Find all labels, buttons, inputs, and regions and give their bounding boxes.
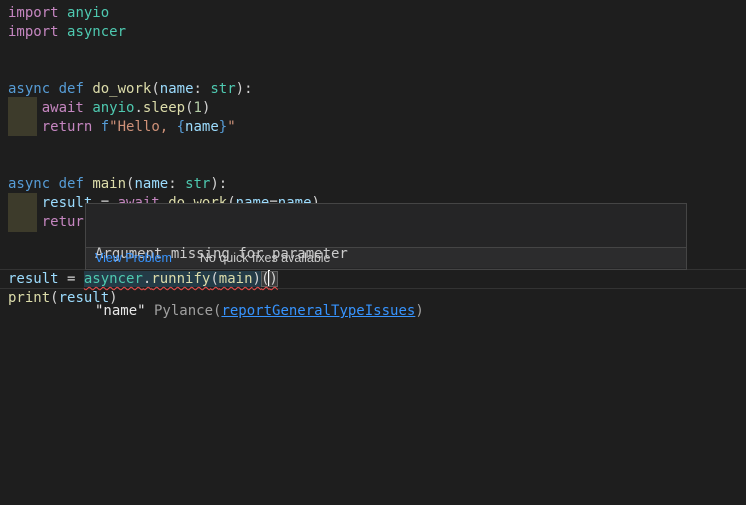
code-token: :	[194, 81, 211, 97]
code-token: result	[8, 271, 59, 287]
code-token: def	[59, 176, 84, 192]
code-editor: import anyioimport asyncerasync def do_w…	[0, 0, 746, 505]
code-token: (	[151, 81, 159, 97]
code-token: main	[92, 176, 126, 192]
code-line[interactable]: async def main(name: str):	[8, 175, 746, 194]
param-name-code: "name"	[95, 303, 146, 319]
code-token: print	[8, 290, 50, 306]
code-token: str	[185, 176, 210, 192]
editor-background: { "colors": { "background": "#1e1e1e", "…	[0, 0, 746, 505]
code-token: )	[202, 100, 210, 116]
code-token: return	[42, 119, 93, 135]
code-token: name	[134, 176, 168, 192]
code-token	[8, 100, 42, 116]
code-token: import	[8, 24, 59, 40]
code-token: async	[8, 176, 50, 192]
code-token: "	[227, 119, 235, 135]
code-token: sleep	[143, 100, 185, 116]
code-token: anyio	[67, 5, 109, 21]
code-token: 1	[194, 100, 202, 116]
code-token: name	[160, 81, 194, 97]
code-token: .	[134, 100, 142, 116]
code-token: asyncer	[67, 24, 126, 40]
code-token: ):	[210, 176, 227, 192]
code-token: :	[168, 176, 185, 192]
code-line[interactable]: await anyio.sleep(1)	[8, 99, 746, 118]
code-token	[8, 195, 42, 211]
code-token: str	[210, 81, 235, 97]
code-token: }	[219, 119, 227, 135]
code-line[interactable]	[8, 137, 746, 156]
code-token: async	[8, 81, 50, 97]
code-token	[92, 119, 100, 135]
code-token: ):	[236, 81, 253, 97]
code-line[interactable]	[8, 156, 746, 175]
code-token: {	[177, 119, 185, 135]
code-token	[50, 81, 58, 97]
code-line[interactable]: import anyio	[8, 4, 746, 23]
pylance-source-suffix: )	[415, 303, 423, 319]
code-token: do_work	[92, 81, 151, 97]
code-token: def	[59, 81, 84, 97]
code-token	[59, 24, 67, 40]
code-token	[59, 5, 67, 21]
code-token	[50, 176, 58, 192]
code-token	[8, 214, 42, 230]
code-token: await	[42, 100, 84, 116]
code-token: (	[50, 290, 58, 306]
code-line[interactable]	[8, 42, 746, 61]
code-token: import	[8, 5, 59, 21]
hover-tooltip: Argument missing for parameter "name" Py…	[85, 203, 687, 270]
code-line[interactable]: async def do_work(name: str):	[8, 80, 746, 99]
no-quick-fixes-label: No quick fixes available	[200, 251, 331, 265]
hover-message-line2: "name" Pylance(reportGeneralTypeIssues)	[95, 302, 677, 321]
code-line[interactable]: return f"Hello, {name}"	[8, 118, 746, 137]
code-line[interactable]: import asyncer	[8, 23, 746, 42]
code-token: anyio	[92, 100, 134, 116]
view-problem-link[interactable]: View Problem	[95, 251, 172, 265]
code-token: f	[101, 119, 109, 135]
code-line[interactable]	[8, 61, 746, 80]
pylance-source-prefix: Pylance(	[146, 303, 222, 319]
code-token	[8, 119, 42, 135]
hover-message: Argument missing for parameter "name" Py…	[86, 204, 686, 247]
code-token: =	[59, 271, 84, 287]
code-token: name	[185, 119, 219, 135]
pylance-rule-link[interactable]: reportGeneralTypeIssues	[221, 303, 415, 319]
code-token: "Hello,	[109, 119, 176, 135]
code-token: (	[185, 100, 193, 116]
